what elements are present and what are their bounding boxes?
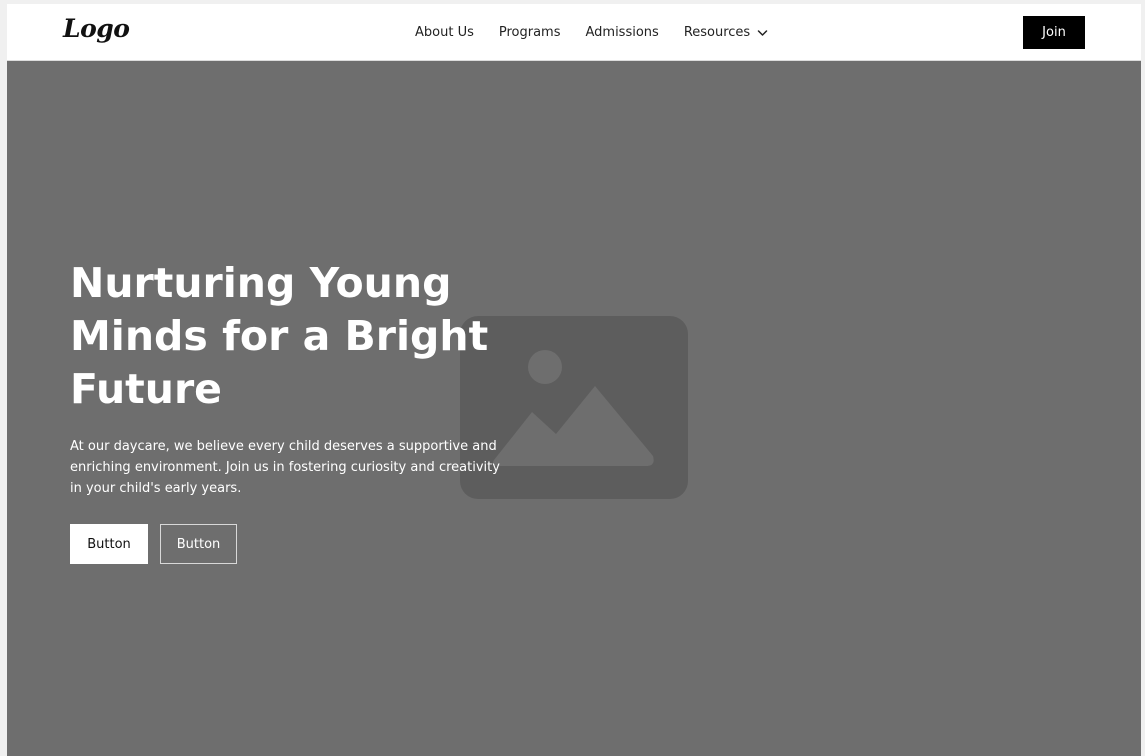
secondary-button[interactable]: Button	[160, 524, 237, 564]
nav-link-label: Resources	[683, 25, 751, 40]
primary-button[interactable]: Button	[70, 524, 148, 564]
page-frame: Logo About Us Programs Admissions Resour…	[7, 4, 1141, 756]
nav-link-label: About Us	[415, 25, 474, 40]
nav-link-label: Programs	[498, 25, 561, 40]
nav-link-label: Admissions	[585, 25, 659, 40]
nav-dropdown-resources[interactable]: Resources	[684, 25, 768, 40]
main-nav: About Us Programs Admissions Resources	[415, 4, 768, 61]
nav-link-programs[interactable]: Programs	[499, 25, 561, 40]
top-navbar: Logo About Us Programs Admissions Resour…	[7, 4, 1141, 61]
logo[interactable]: Logo	[63, 14, 130, 43]
hero-section: Nurturing Young Minds for a Bright Futur…	[7, 61, 1141, 756]
hero-content: Nurturing Young Minds for a Bright Futur…	[70, 257, 510, 564]
nav-link-about-us[interactable]: About Us	[415, 25, 474, 40]
join-button[interactable]: Join	[1023, 16, 1085, 49]
chevron-down-icon	[757, 29, 768, 36]
hero-description: At our daycare, we believe every child d…	[70, 439, 500, 496]
hero-buttons: Button Button	[70, 524, 510, 564]
nav-link-admissions[interactable]: Admissions	[585, 25, 658, 40]
hero-title: Nurturing Young Minds for a Bright Futur…	[70, 259, 489, 413]
